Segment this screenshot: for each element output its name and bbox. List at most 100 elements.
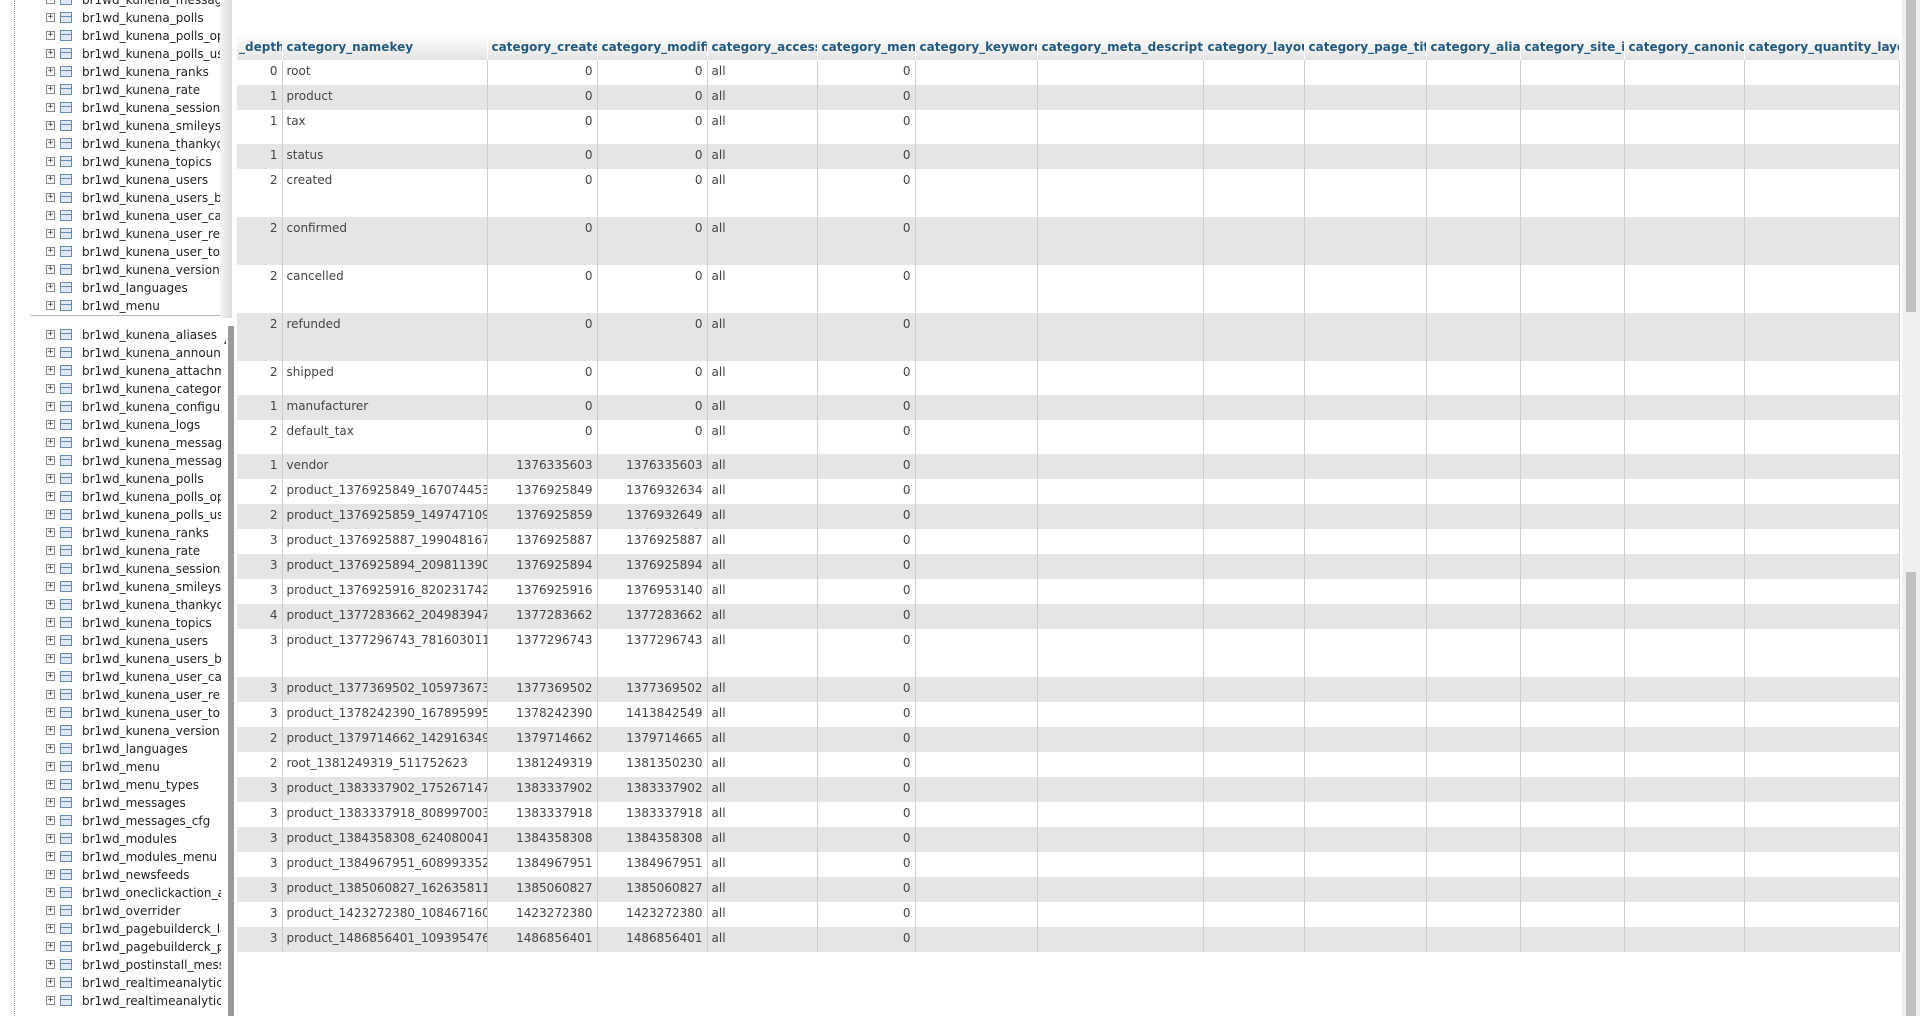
table-cell[interactable]: 2	[237, 420, 283, 454]
table-row[interactable]: 2 cancelled 0 0 all 0	[237, 265, 1900, 313]
column-header[interactable]: category_modified	[597, 34, 708, 60]
table-cell[interactable]: 0	[817, 629, 916, 677]
table-cell[interactable]	[1624, 752, 1745, 777]
sidebar-table-item[interactable]: + br1wd_kunena_user_cat	[46, 668, 221, 686]
table-cell[interactable]: all	[707, 927, 818, 952]
table-cell[interactable]: all	[707, 313, 818, 361]
table-cell[interactable]: all	[707, 677, 818, 702]
sidebar-table-name[interactable]: br1wd_messages	[82, 794, 186, 812]
expand-plus-icon[interactable]: +	[46, 978, 55, 987]
sidebar-table-name[interactable]: br1wd_kunena_categorie	[82, 380, 221, 398]
table-cell[interactable]	[1744, 110, 1900, 144]
table-cell[interactable]	[1203, 677, 1305, 702]
table-cell[interactable]: 1423272380	[597, 902, 708, 927]
table-cell[interactable]	[1203, 313, 1305, 361]
table-cell[interactable]	[1520, 777, 1625, 802]
sidebar-table-name[interactable]: br1wd_kunena_version	[82, 722, 220, 740]
sidebar-table-name[interactable]: br1wd_kunena_user_top	[82, 704, 221, 722]
table-cell[interactable]: 0	[817, 144, 916, 169]
sidebar-table-item[interactable]: + br1wd_kunena_version	[46, 722, 221, 740]
table-row[interactable]: 3 product_1384358308_624080041 1384358308 1…	[237, 827, 1900, 852]
table-cell[interactable]: 1	[237, 395, 283, 420]
table-cell[interactable]	[1203, 504, 1305, 529]
table-cell[interactable]: all	[707, 852, 818, 877]
expand-plus-icon[interactable]: +	[46, 420, 55, 429]
table-cell[interactable]: 1379714662	[487, 727, 598, 752]
table-cell[interactable]: 0	[597, 420, 708, 454]
table-cell[interactable]	[1037, 877, 1204, 902]
table-cell[interactable]	[915, 504, 1038, 529]
table-cell[interactable]: product	[282, 85, 488, 110]
sidebar-table-item[interactable]: + br1wd_kunena_attachme	[46, 362, 221, 380]
table-cell[interactable]: 0	[817, 927, 916, 952]
sidebar-table-name[interactable]: br1wd_kunena_rate	[82, 81, 200, 99]
table-cell[interactable]: 1377283662	[597, 604, 708, 629]
table-cell[interactable]: manufacturer	[282, 395, 488, 420]
table-cell[interactable]	[1744, 802, 1900, 827]
table-cell[interactable]: 0	[817, 313, 916, 361]
sidebar-table-name[interactable]: br1wd_newsfeeds	[82, 866, 190, 884]
table-cell[interactable]: vendor	[282, 454, 488, 479]
expand-plus-icon[interactable]: +	[46, 301, 55, 310]
table-cell[interactable]	[1304, 702, 1427, 727]
table-row[interactable]: 3 product_1486856401_1093954761 1486856401…	[237, 927, 1900, 952]
table-cell[interactable]	[1037, 677, 1204, 702]
sidebar-table-item[interactable]: + br1wd_menu_types	[46, 776, 221, 794]
table-cell[interactable]	[1426, 827, 1521, 852]
table-cell[interactable]	[915, 110, 1038, 144]
table-cell[interactable]: 0	[597, 313, 708, 361]
sidebar-table-item[interactable]: + br1wd_realtimeanalytics_	[46, 974, 221, 992]
expand-plus-icon[interactable]: +	[46, 582, 55, 591]
table-cell[interactable]	[1203, 752, 1305, 777]
table-cell[interactable]	[915, 529, 1038, 554]
sidebar-table-name[interactable]: br1wd_kunena_smileys	[82, 578, 221, 596]
table-cell[interactable]	[1426, 144, 1521, 169]
sidebar-table-item[interactable]: + br1wd_messages	[46, 794, 221, 812]
expand-plus-icon[interactable]: +	[46, 690, 55, 699]
column-header[interactable]: category_meta_description	[1037, 34, 1204, 60]
table-cell[interactable]: tax	[282, 110, 488, 144]
table-row[interactable]: 1 tax 0 0 all 0	[237, 110, 1900, 144]
table-cell[interactable]: 0	[817, 777, 916, 802]
table-cell[interactable]	[1037, 727, 1204, 752]
table-cell[interactable]: all	[707, 752, 818, 777]
table-cell[interactable]	[1624, 504, 1745, 529]
table-cell[interactable]	[1304, 752, 1427, 777]
table-cell[interactable]	[1037, 110, 1204, 144]
expand-plus-icon[interactable]: +	[46, 265, 55, 274]
table-cell[interactable]	[1203, 144, 1305, 169]
sidebar-table-name[interactable]: br1wd_kunena_message	[82, 0, 221, 9]
table-cell[interactable]: 0	[817, 529, 916, 554]
expand-plus-icon[interactable]: +	[46, 492, 55, 501]
table-cell[interactable]: 1384967951	[487, 852, 598, 877]
table-cell[interactable]: shipped	[282, 361, 488, 395]
table-cell[interactable]	[1744, 752, 1900, 777]
column-header[interactable]: category_created	[487, 34, 598, 60]
table-cell[interactable]	[1624, 361, 1745, 395]
table-cell[interactable]	[1037, 479, 1204, 504]
table-cell[interactable]	[1203, 702, 1305, 727]
table-cell[interactable]	[1037, 827, 1204, 852]
table-cell[interactable]	[915, 60, 1038, 85]
table-cell[interactable]: 0	[817, 110, 916, 144]
column-header[interactable]: category_site_id	[1520, 34, 1625, 60]
sidebar-table-item[interactable]: + br1wd_kunena_polls_use	[46, 506, 221, 524]
sidebar-table-item[interactable]: + br1wd_kunena_message	[46, 0, 221, 9]
table-cell[interactable]	[1744, 877, 1900, 902]
table-cell[interactable]	[1304, 604, 1427, 629]
table-cell[interactable]	[1037, 217, 1204, 265]
table-cell[interactable]	[1426, 169, 1521, 217]
table-cell[interactable]: 1383337902	[487, 777, 598, 802]
table-cell[interactable]	[1203, 927, 1305, 952]
table-cell[interactable]: 1384967951	[597, 852, 708, 877]
table-cell[interactable]	[1203, 217, 1305, 265]
table-cell[interactable]	[1744, 217, 1900, 265]
table-cell[interactable]: all	[707, 265, 818, 313]
table-cell[interactable]	[915, 395, 1038, 420]
table-cell[interactable]: 2	[237, 313, 283, 361]
table-cell[interactable]: 1376932634	[597, 479, 708, 504]
table-cell[interactable]	[1203, 420, 1305, 454]
table-cell[interactable]: 1376925887	[487, 529, 598, 554]
table-cell[interactable]: 0	[597, 60, 708, 85]
table-cell[interactable]	[1426, 777, 1521, 802]
